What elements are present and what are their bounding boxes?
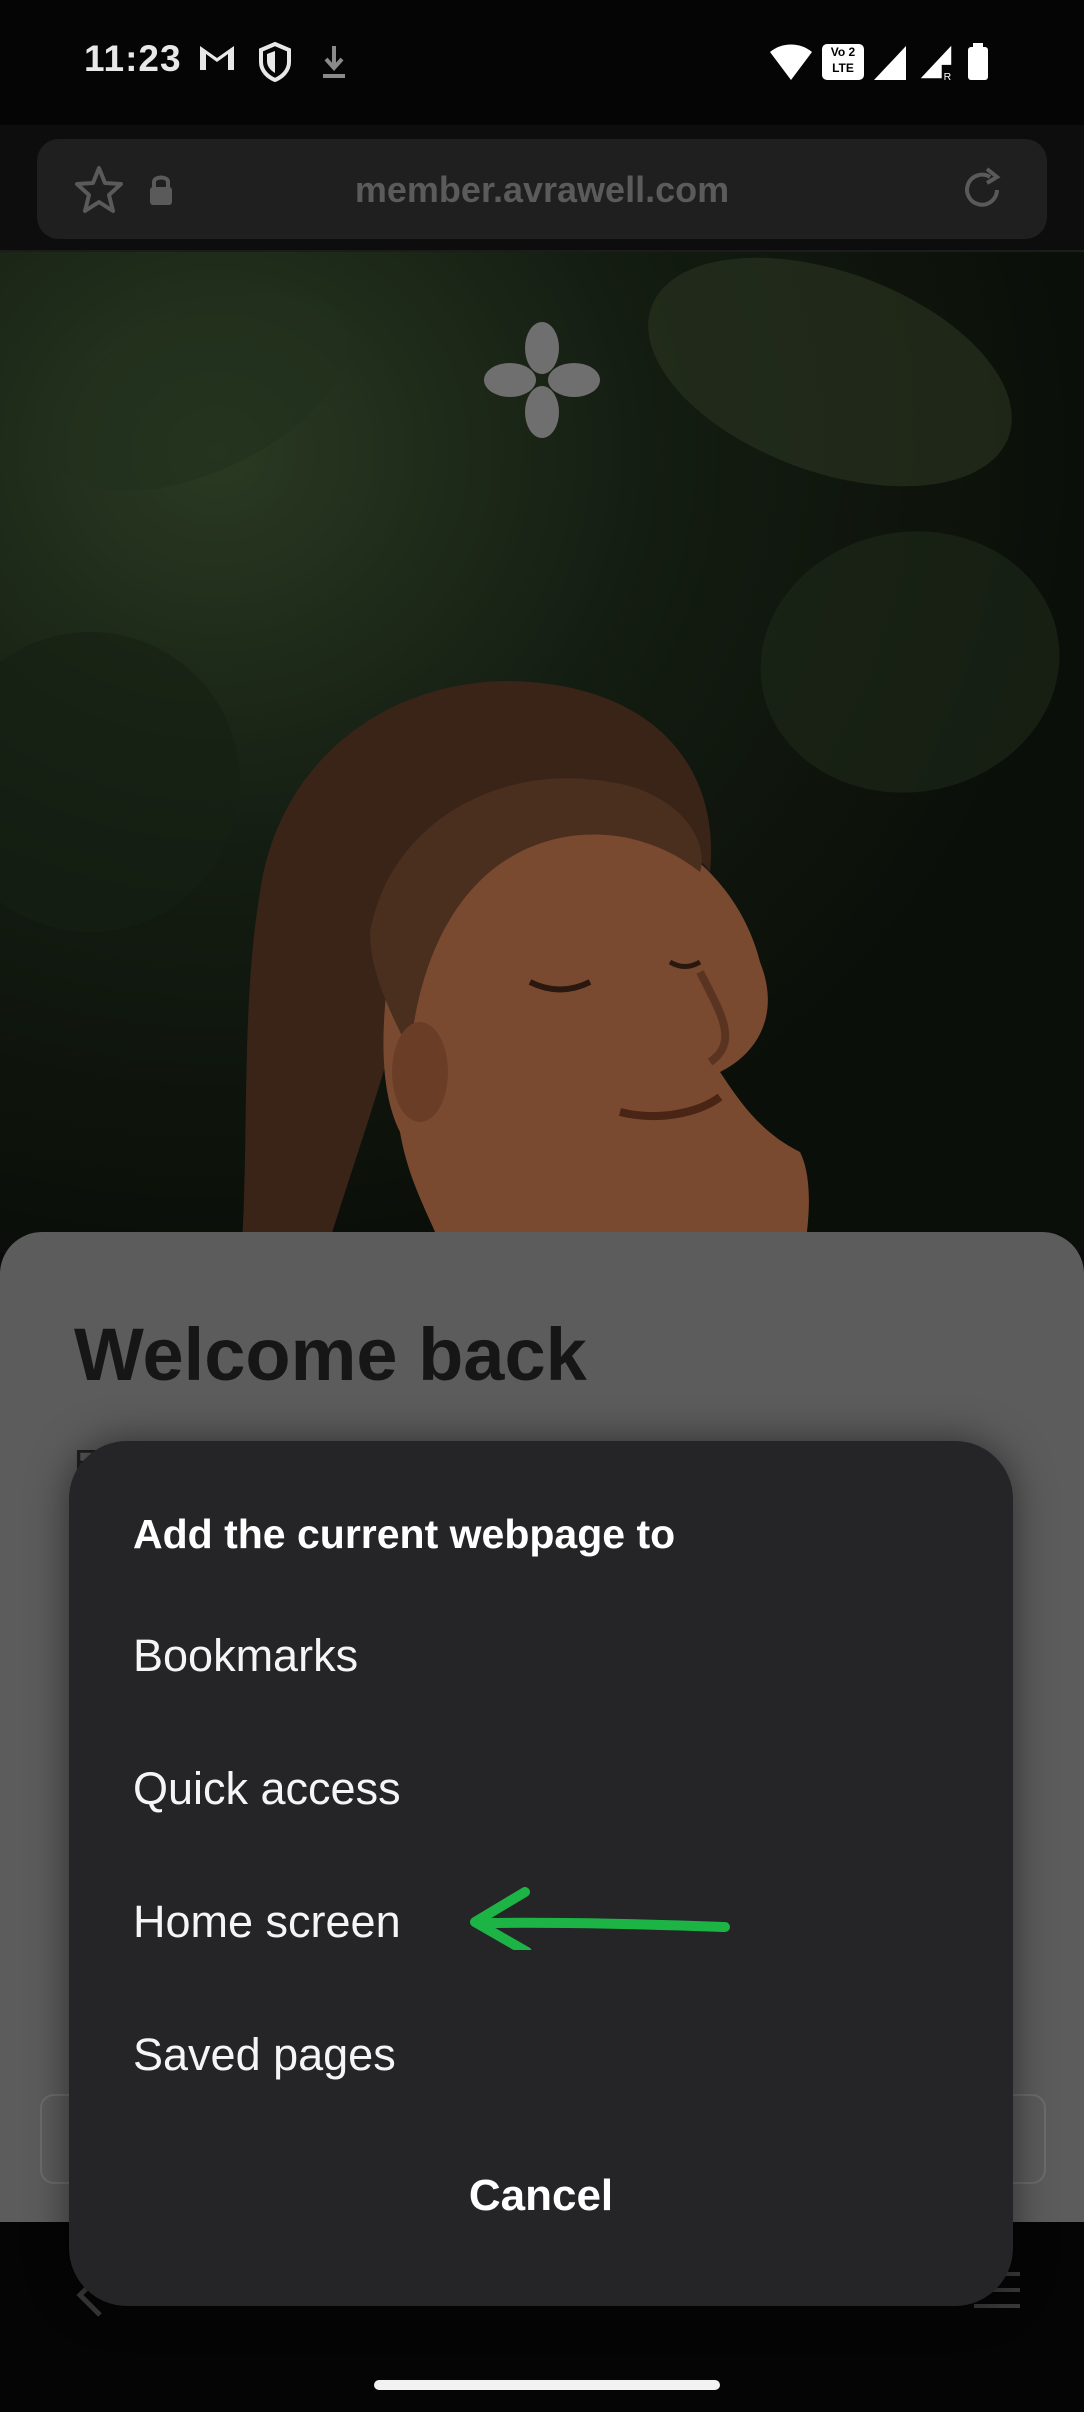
- option-quick-access[interactable]: Quick access: [133, 1744, 953, 1834]
- home-indicator[interactable]: [374, 2380, 720, 2390]
- address-bar[interactable]: member.avrawell.com: [37, 139, 1047, 239]
- portrait-photo: [241, 681, 809, 1252]
- volte-label-bottom: LTE: [832, 61, 854, 75]
- gmail-icon: [200, 46, 234, 70]
- volte-icon: Vo 2 LTE: [822, 44, 864, 80]
- status-time: 11:23: [84, 38, 182, 79]
- option-bookmarks[interactable]: Bookmarks: [133, 1611, 953, 1701]
- add-to-dialog: Add the current webpage to Bookmarks Qui…: [69, 1441, 1013, 2306]
- refresh-icon[interactable]: [957, 165, 1007, 215]
- svg-text:R: R: [944, 72, 952, 82]
- logo-icon: [484, 322, 600, 438]
- battery-icon: [968, 43, 988, 80]
- foliage: [617, 252, 1043, 531]
- cancel-button[interactable]: Cancel: [69, 2161, 1013, 2231]
- annotation-arrow-icon: [470, 1887, 730, 1950]
- browser-toolbar: member.avrawell.com: [0, 125, 1084, 252]
- dialog-title: Add the current webpage to: [133, 1511, 676, 1557]
- url-text: member.avrawell.com: [354, 169, 730, 210]
- hero-image: [0, 252, 1084, 1252]
- volte-label-top: Vo 2: [830, 45, 856, 59]
- welcome-heading: Welcome back: [74, 1313, 587, 1396]
- option-saved-pages[interactable]: Saved pages: [133, 2010, 953, 2100]
- signal-roaming-icon: R: [920, 45, 952, 82]
- foliage: [21, 252, 379, 533]
- status-bar: 11:23 Vo 2 LTE R: [0, 0, 1084, 125]
- shield-icon: [259, 42, 291, 82]
- download-icon: [323, 46, 345, 78]
- wifi-icon: [770, 44, 812, 80]
- signal-icon: [874, 46, 906, 80]
